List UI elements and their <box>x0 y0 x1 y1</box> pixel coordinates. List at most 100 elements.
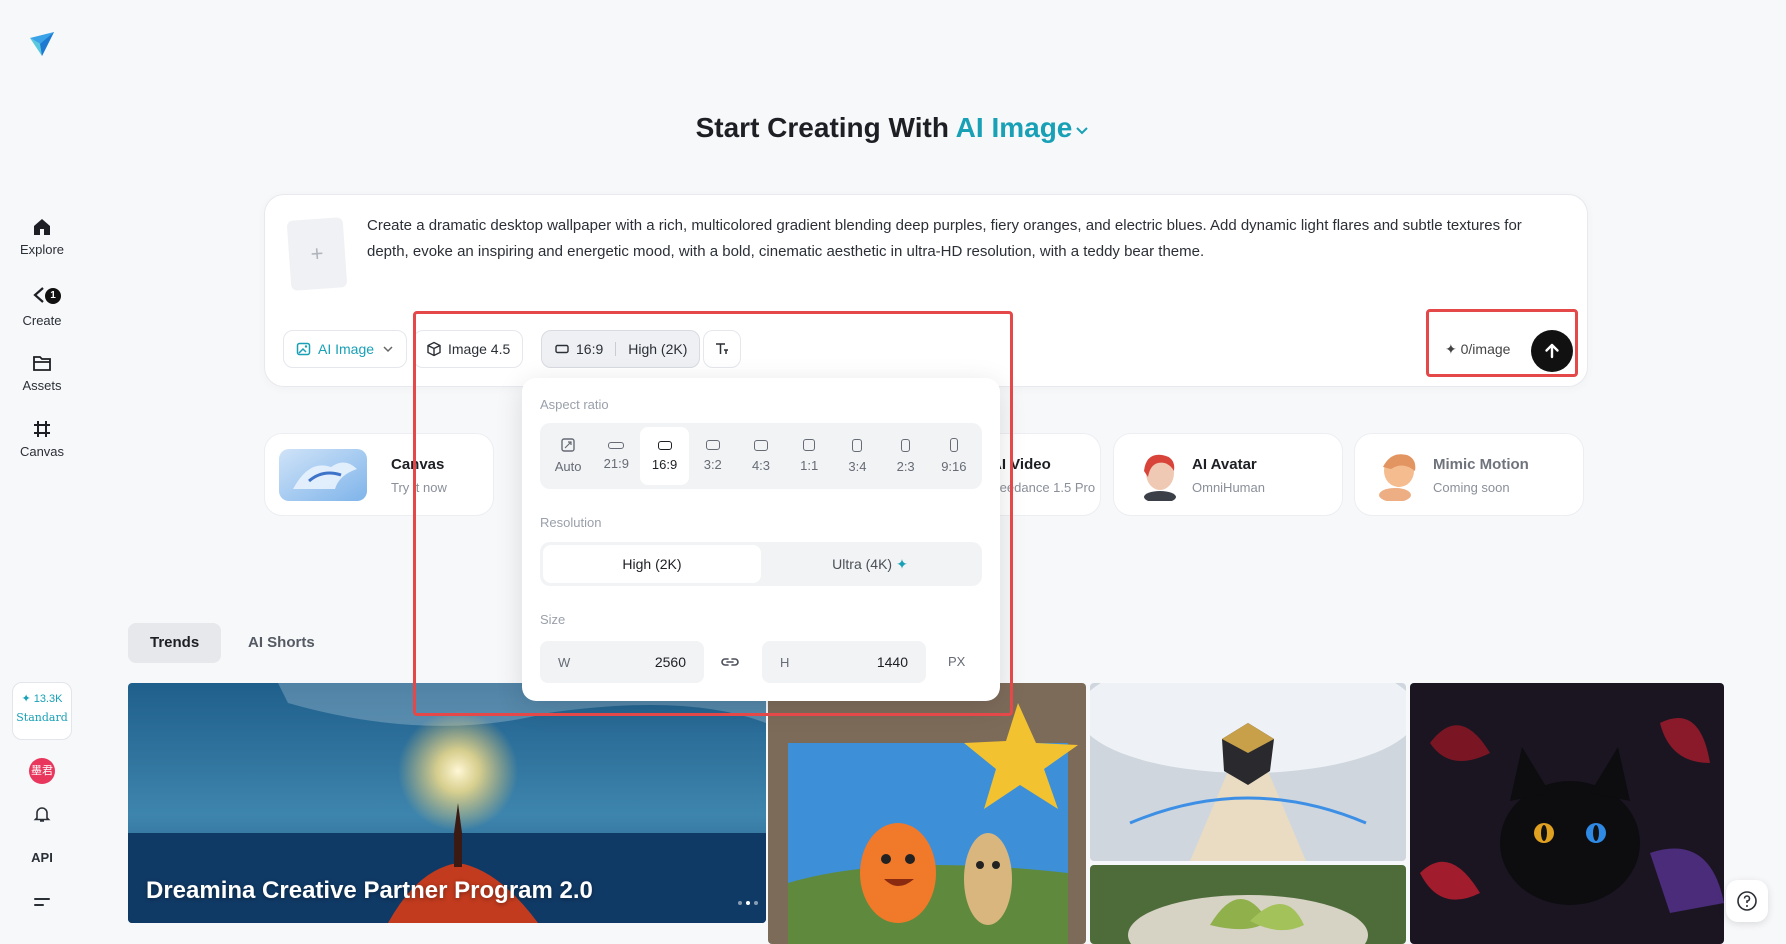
sidebar-item-label: Canvas <box>19 444 65 459</box>
ratio-option-2-3[interactable]: 2:3 <box>882 427 930 485</box>
tool-title: Canvas <box>391 456 445 473</box>
sidebar-item-label: Create <box>22 313 62 328</box>
resolution-option-ultra[interactable]: Ultra (4K) ✦ <box>761 545 979 583</box>
gallery-tile[interactable] <box>1410 683 1724 944</box>
ratio-9-16-icon <box>949 438 958 452</box>
resolution-label: High (2K) <box>628 341 688 357</box>
aspect-ratio-icon <box>555 344 569 354</box>
upload-reference-button[interactable]: + <box>286 217 348 291</box>
resolution-option-label: Ultra (4K) <box>832 556 893 572</box>
gallery-tile[interactable] <box>1090 683 1406 861</box>
title-prefix: Start Creating With <box>695 112 949 143</box>
ratio-option-label: 9:16 <box>941 459 967 474</box>
ratio-option-3-4[interactable]: 3:4 <box>833 427 881 485</box>
sparkle-icon: ✦ <box>896 555 908 572</box>
canvas-thumbnail <box>279 449 367 501</box>
help-button[interactable] <box>1726 880 1768 922</box>
tab-ai-shorts[interactable]: AI Shorts <box>226 623 337 663</box>
banner-title: Dreamina Creative Partner Program 2.0 <box>146 877 593 904</box>
credits-amount: ✦ 13.3K <box>21 693 63 705</box>
sidebar-item-canvas[interactable]: Canvas <box>0 418 84 459</box>
ratio-option-3-2[interactable]: 3:2 <box>689 427 737 485</box>
cube-icon <box>427 341 441 357</box>
credits-badge[interactable]: ✦ 13.3K Standard <box>12 682 72 740</box>
auto-ratio-icon <box>561 438 575 452</box>
mode-switcher[interactable]: AI Image <box>956 112 1091 143</box>
resolution-option-high[interactable]: High (2K) <box>543 545 761 583</box>
height-input[interactable]: H 1440 <box>762 641 926 683</box>
prompt-input[interactable]: Create a dramatic desktop wallpaper with… <box>367 213 1547 265</box>
ratio-resolution-dropdown: Aspect ratio Auto 21:9 16:9 3:2 4:3 1:1 … <box>522 378 1000 701</box>
aspect-ratio-options: Auto 21:9 16:9 3:2 4:3 1:1 3:4 2:3 9:16 <box>540 423 982 489</box>
model-select[interactable]: Image 4.5 <box>413 330 524 368</box>
resolution-section-label: Resolution <box>540 515 602 530</box>
arrow-up-icon <box>1545 343 1559 359</box>
link-icon[interactable] <box>720 652 740 672</box>
ratio-option-auto[interactable]: Auto <box>544 427 592 485</box>
dreamina-logo[interactable] <box>26 28 58 60</box>
question-icon <box>1737 891 1757 911</box>
bell-icon[interactable] <box>32 804 52 824</box>
ratio-option-21-9[interactable]: 21:9 <box>592 427 640 485</box>
sidebar-item-label: Assets <box>22 378 62 393</box>
ratio-option-label: 2:3 <box>896 458 915 474</box>
ratio-resolution-select[interactable]: 16:9 High (2K) <box>541 330 701 368</box>
gallery-tile[interactable] <box>1090 865 1406 944</box>
mimic-motion-thumbnail <box>1369 449 1429 501</box>
ratio-option-label: 21:9 <box>603 455 629 471</box>
sidebar-item-explore[interactable]: Explore <box>0 216 84 257</box>
ratio-label: 16:9 <box>576 341 604 357</box>
api-link[interactable]: API <box>0 850 84 865</box>
size-unit: PX <box>948 654 966 669</box>
ratio-4-3-icon <box>753 439 768 451</box>
menu-icon[interactable] <box>32 892 52 912</box>
size-label: Size <box>540 612 566 627</box>
tool-title: AI Avatar <box>1192 456 1257 473</box>
width-label: W <box>558 654 571 670</box>
ratio-option-label: Auto <box>554 459 582 474</box>
generation-mode-select[interactable]: AI Image <box>283 330 408 368</box>
gallery-tile[interactable] <box>768 683 1086 944</box>
aspect-ratio-label: Aspect ratio <box>540 397 609 412</box>
sidebar-item-assets[interactable]: Assets <box>0 352 84 393</box>
gallery-image <box>1090 865 1406 944</box>
featured-banner[interactable]: Dreamina Creative Partner Program 2.0 <box>128 683 766 923</box>
ratio-option-label: 3:4 <box>848 458 867 474</box>
model-label: Image 4.5 <box>448 341 511 357</box>
ratio-option-label: 16:9 <box>651 456 678 472</box>
tool-subtitle: Try it now <box>391 480 447 495</box>
canvas-icon <box>34 421 50 437</box>
ratio-option-4-3[interactable]: 4:3 <box>737 427 785 485</box>
sidebar-item-create[interactable]: 1 Create <box>0 284 84 328</box>
ratio-1-1-icon <box>803 439 816 451</box>
text-style-button[interactable] <box>703 330 741 368</box>
gallery-image <box>1410 683 1724 944</box>
generate-button[interactable] <box>1531 330 1573 372</box>
chevron-down-icon <box>1076 126 1089 135</box>
width-input[interactable]: W 2560 <box>540 641 704 683</box>
home-icon <box>34 219 50 235</box>
mode-switcher-label: AI Image <box>955 112 1073 143</box>
plan-tier: Standard <box>16 711 68 724</box>
create-badge: 1 <box>45 288 61 304</box>
text-format-icon <box>716 343 728 354</box>
tool-subtitle: Coming soon <box>1433 480 1510 495</box>
width-value: 2560 <box>654 654 686 670</box>
tool-card-mimic-motion[interactable]: Mimic Motion Coming soon <box>1354 433 1584 516</box>
tool-card-ai-avatar[interactable]: AI Avatar OmniHuman <box>1113 433 1343 516</box>
folder-icon <box>33 356 51 371</box>
ratio-16-9-icon <box>657 440 672 450</box>
ratio-option-16-9[interactable]: 16:9 <box>640 427 689 485</box>
ratio-21-9-icon <box>608 441 625 449</box>
avatar[interactable]: 墨君 <box>29 758 55 784</box>
sidebar-item-label: Explore <box>19 242 65 257</box>
gallery-image <box>768 683 1086 944</box>
carousel-dots[interactable] <box>738 901 758 905</box>
ratio-option-1-1[interactable]: 1:1 <box>785 427 833 485</box>
tool-card-canvas[interactable]: Canvas Try it now <box>264 433 494 516</box>
page-title: Start Creating With AI Image <box>0 112 1786 144</box>
ratio-option-label: 4:3 <box>751 457 771 473</box>
tab-trends[interactable]: Trends <box>128 623 222 663</box>
tool-title: Mimic Motion <box>1433 456 1529 473</box>
ratio-option-9-16[interactable]: 9:16 <box>930 427 978 485</box>
